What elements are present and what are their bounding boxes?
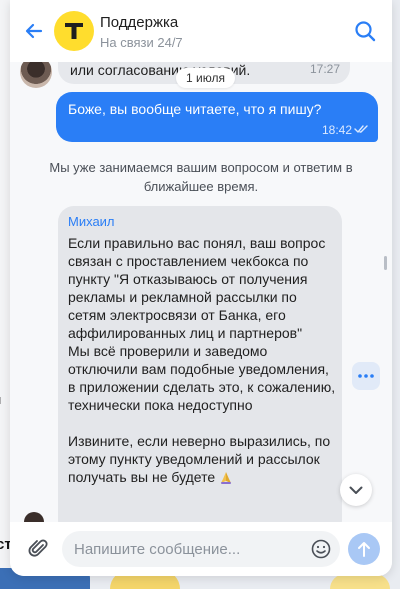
agent-name: Михаил (68, 214, 115, 229)
scrollbar[interactable] (384, 256, 387, 270)
agent-avatar (20, 62, 52, 88)
date-divider: 1 июля (176, 68, 235, 88)
agent-message-text: Если правильно вас понял, ваш вопрос свя… (68, 234, 336, 486)
search-icon (355, 21, 376, 42)
message-time: 18:42 (321, 123, 352, 137)
more-dots-icon (358, 374, 374, 378)
chat-title: Поддержка (100, 14, 179, 31)
background-text-fragment: й (0, 392, 1, 407)
back-arrow-icon (25, 23, 43, 39)
message-text: Если правильно вас понял, ваш вопрос свя… (68, 235, 336, 485)
message-list[interactable]: или согласованию условий. 17:27 1 июля Б… (10, 62, 392, 522)
send-arrow-icon (358, 542, 370, 557)
attach-button[interactable] (26, 536, 52, 562)
background-banner (330, 574, 390, 589)
praying-hands-icon (221, 472, 232, 485)
message-input[interactable] (74, 531, 294, 567)
send-button[interactable] (348, 533, 380, 565)
support-chat-window: Поддержка На связи 24/7 или согласованию… (10, 0, 392, 576)
search-button[interactable] (352, 18, 378, 44)
scroll-to-bottom-button[interactable] (340, 474, 372, 506)
message-text: Боже, вы вообще читаете, что я пишу? (68, 101, 322, 117)
agent-message: Михаил Если правильно вас понял, ваш воп… (58, 206, 342, 522)
chevron-down-icon (349, 486, 363, 494)
chat-header: Поддержка На связи 24/7 (10, 0, 392, 62)
outgoing-message: Боже, вы вообще читаете, что я пишу? 18:… (56, 92, 378, 142)
read-checks-icon (354, 125, 368, 133)
message-input-wrapper (62, 531, 340, 567)
agent-avatar (24, 512, 44, 522)
message-composer (10, 522, 392, 576)
emoji-icon (311, 539, 331, 559)
emoji-button[interactable] (310, 538, 332, 560)
system-message: Мы уже занимаемся вашим вопросом и ответ… (49, 160, 353, 194)
bank-logo (54, 11, 94, 51)
paperclip-icon (28, 539, 48, 557)
message-time: 17:27 (309, 62, 340, 76)
bank-logo-icon (65, 23, 83, 39)
chat-status: На связи 24/7 (100, 35, 183, 50)
message-actions-button[interactable] (352, 362, 380, 390)
back-button[interactable] (22, 19, 46, 43)
